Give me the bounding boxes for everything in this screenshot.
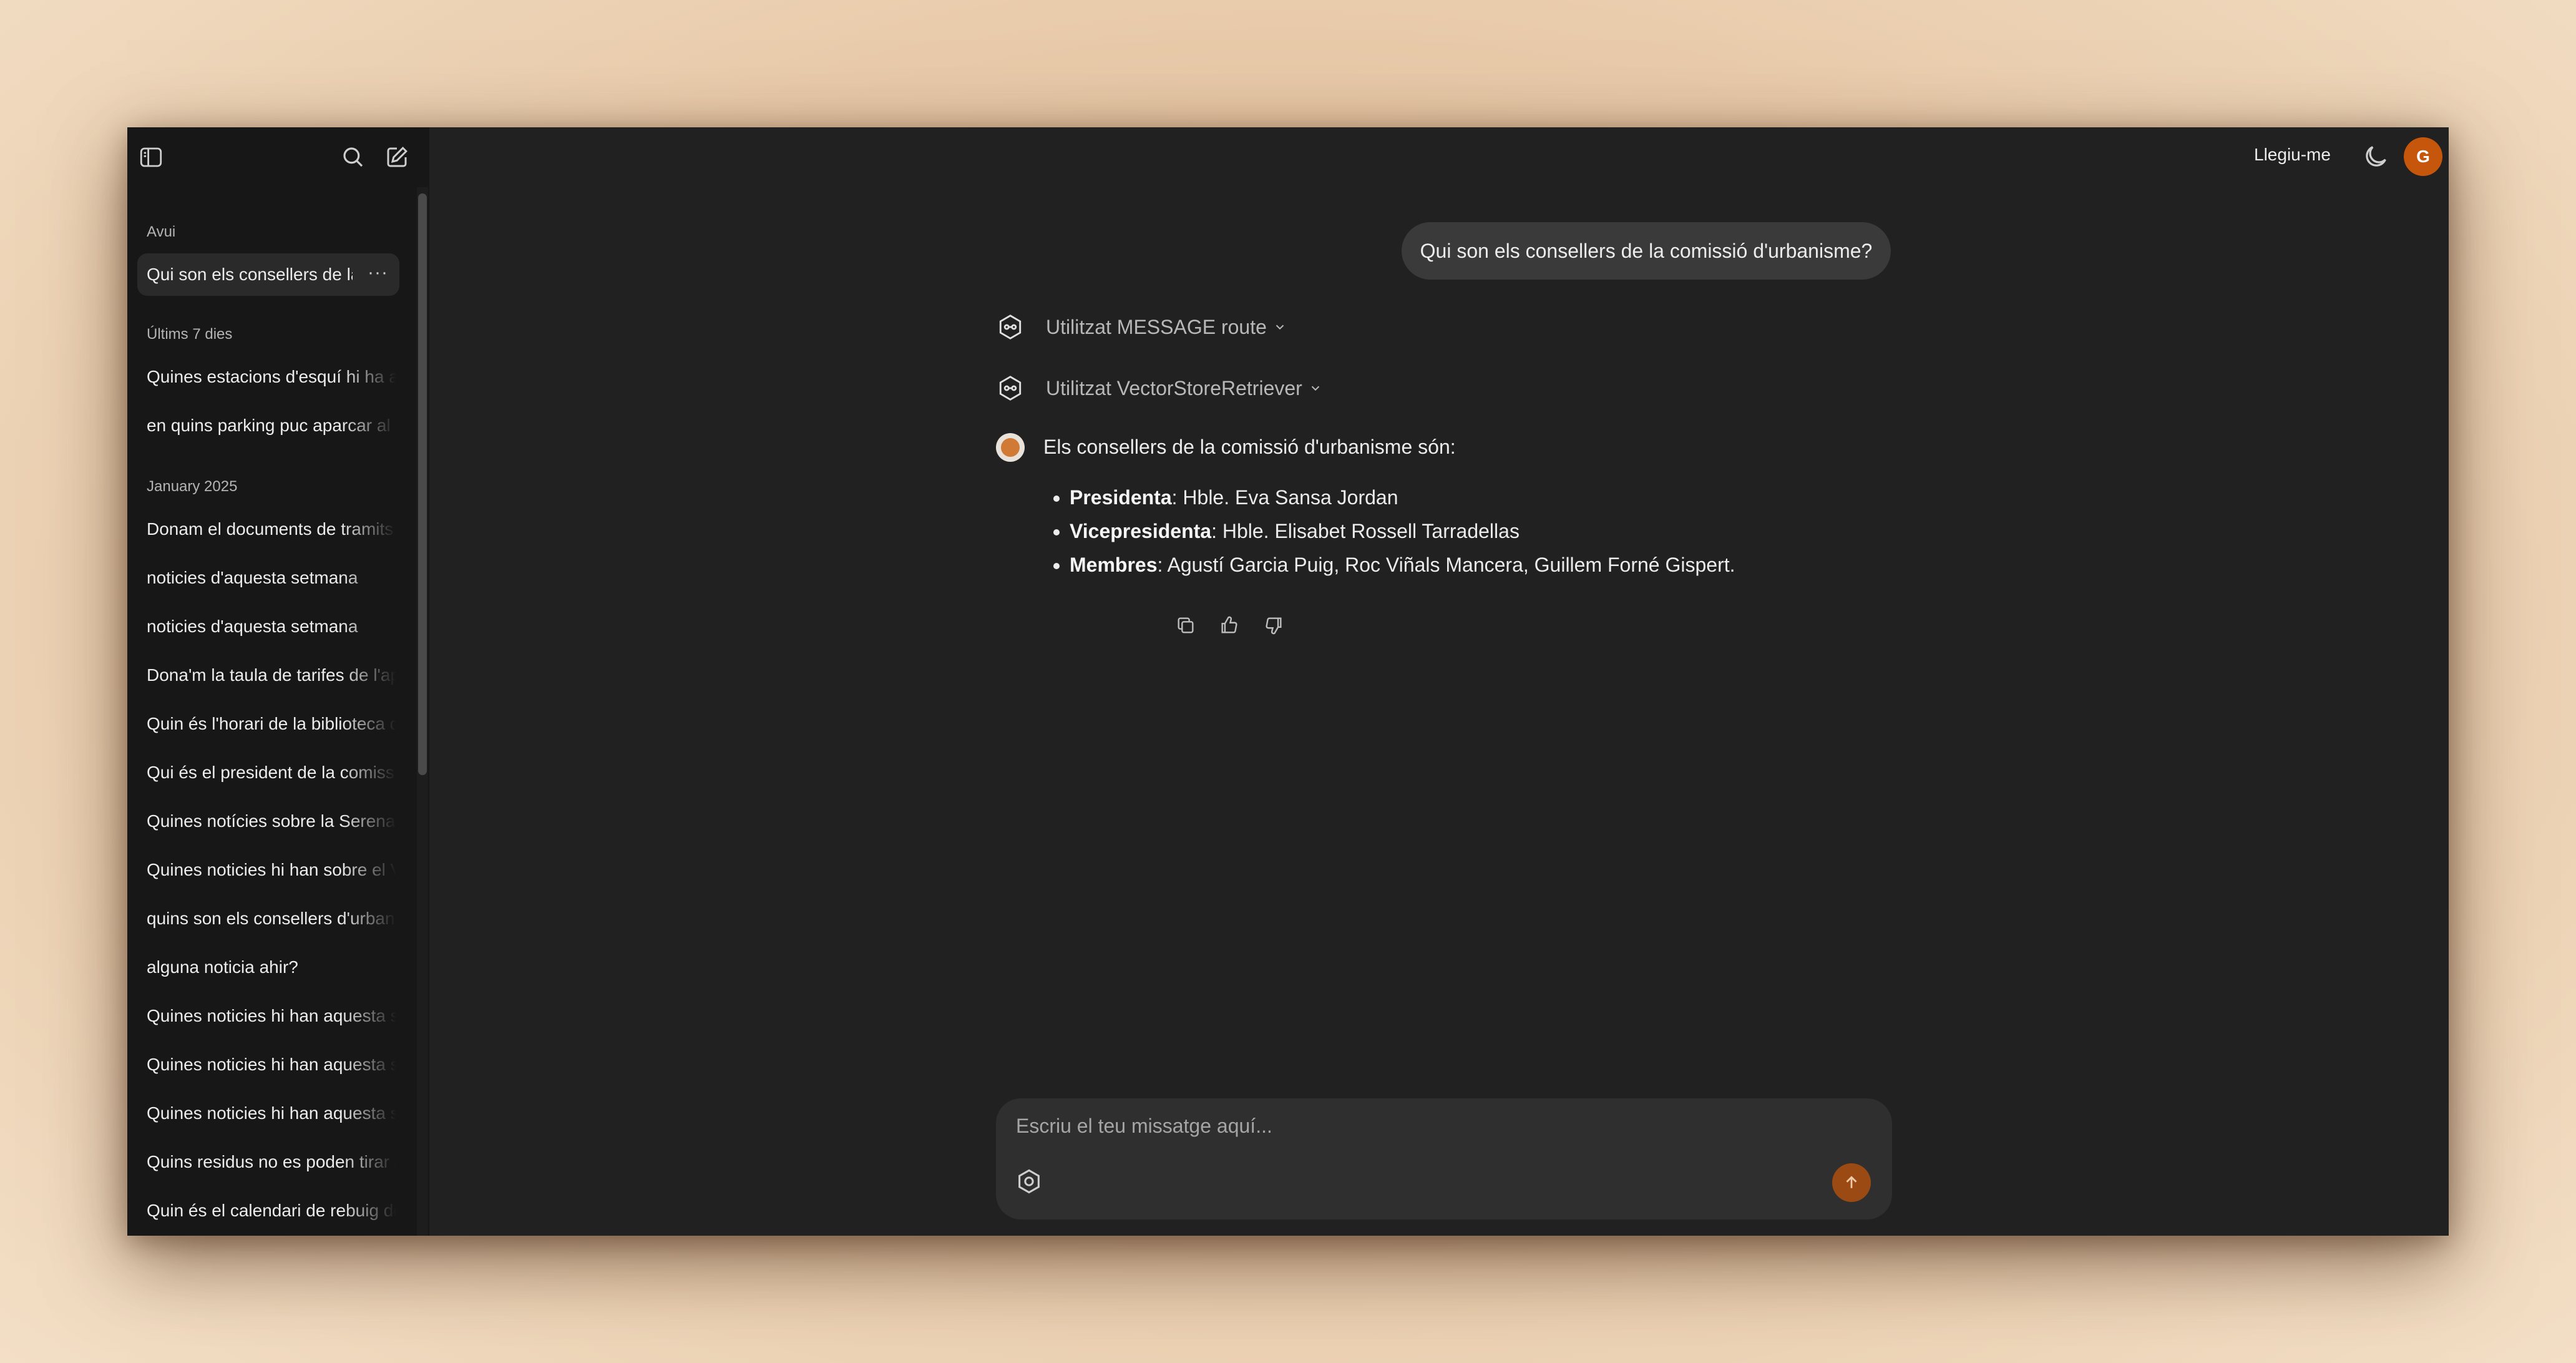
tool-call-label: Utilitzat VectorStoreRetriever <box>1046 376 1302 399</box>
thumbs-up-icon <box>1221 616 1237 633</box>
assistant-logo-icon <box>1001 438 1020 457</box>
assistant-avatar <box>996 433 1025 462</box>
edit-icon <box>387 147 407 167</box>
section-last-7-days: Últims 7 dies <box>147 326 233 343</box>
sidebar-chat-item[interactable]: Donam el documents de tramits i gestions <box>137 508 399 550</box>
readme-link[interactable]: Llegiu-me <box>2254 145 2331 165</box>
user-message-bubble: Qui son els consellers de la comissió d'… <box>1402 222 1891 280</box>
tool-call-message-route[interactable]: Utilitzat MESSAGE route <box>996 308 1287 346</box>
chevron-down-icon <box>1276 325 1284 330</box>
answer-list-item: Presidenta: Hble. Eva Sansa Jordan <box>1070 481 1881 514</box>
sidebar-panel-icon <box>140 147 162 167</box>
user-avatar[interactable]: G <box>2404 137 2442 176</box>
chat-item-label: Quines noticies hi han aquesta setmana? <box>147 1006 396 1025</box>
search-icon <box>343 147 363 167</box>
sidebar-header <box>127 127 429 187</box>
item-text: : Hble. Eva Sansa Jordan <box>1171 486 1398 509</box>
chat-item-label: Qui son els consellers de la comissió d'… <box>147 265 353 284</box>
send-button[interactable] <box>1832 1163 1871 1202</box>
item-text: : Hble. Elisabet Rossell Tarradellas <box>1211 520 1520 542</box>
settings-hex-icon <box>1018 1169 1040 1194</box>
chat-item-label: en quins parking puc aparcar al centre? <box>147 416 396 435</box>
sidebar-chat-item[interactable]: noticies d'aquesta setmana <box>137 557 399 599</box>
chat-item-label: quins son els consellers d'urbanisme? <box>147 909 396 928</box>
copy-button[interactable] <box>1173 612 1199 638</box>
chat-item-label: Quines noticies hi han sobre el Vallnord… <box>147 860 396 879</box>
item-role: Presidenta <box>1070 486 1172 509</box>
section-january-2025: January 2025 <box>147 478 238 495</box>
item-text: : Agustí Garcia Puig, Roc Viñals Mancera… <box>1157 554 1735 576</box>
tool-call-label: Utilitzat MESSAGE route <box>1046 315 1267 338</box>
chat-item-label: Quines noticies hi han aquesta setmana? <box>147 1055 396 1074</box>
chat-item-label: Quin és el calendari de rebuig de residu… <box>147 1201 396 1220</box>
langchain-hex-icon <box>999 376 1022 401</box>
sidebar-chat-item[interactable]: Quines noticies hi han sobre el Vallnord… <box>137 849 399 891</box>
answer-list-item: Membres: Agustí Garcia Puig, Roc Viñals … <box>1070 548 1881 582</box>
sidebar-scrollbar[interactable] <box>418 193 427 775</box>
chat-item-label: Quines estacions d'esquí hi ha a Andorra… <box>147 367 396 386</box>
sidebar-chat-item[interactable]: Quins residus no es poden tirar al conte… <box>137 1141 399 1183</box>
chat-item-label: Quines notícies sobre la Serenata de Nad… <box>147 811 396 831</box>
thumbs-down-icon <box>1266 617 1282 635</box>
sidebar-chat-item[interactable]: Dona'm la taula de tarifes de l'aparcame… <box>137 654 399 696</box>
sidebar-chat-item[interactable]: Quines noticies hi han aquesta setmana? <box>137 995 399 1037</box>
sidebar: Avui Qui son els consellers de la comiss… <box>127 127 429 1236</box>
answer-intro: Els consellers de la comissió d'urbanism… <box>1043 436 1456 458</box>
chevron-down-icon <box>1311 386 1320 391</box>
sidebar-chat-item[interactable]: Quines noticies hi han aquesta setmana? <box>137 1092 399 1135</box>
moon-icon <box>2366 146 2386 167</box>
chat-item-label: Quines noticies hi han aquesta setmana? <box>147 1103 396 1123</box>
answer-list-item: Vicepresidenta: Hble. Elisabet Rossell T… <box>1070 514 1881 548</box>
chat-item-label: Qui és el president de la comissió d'urb… <box>147 763 396 782</box>
search-button[interactable] <box>337 141 369 173</box>
message-composer[interactable]: Escriu el teu missatge aquí... <box>996 1098 1892 1219</box>
theme-toggle-button[interactable] <box>2361 142 2390 171</box>
tool-call-vectorstore[interactable]: Utilitzat VectorStoreRetriever <box>996 369 1322 407</box>
settings-button[interactable] <box>1015 1167 1043 1196</box>
sidebar-chat-item[interactable]: en quins parking puc aparcar al centre? <box>137 404 399 447</box>
sidebar-chat-item[interactable]: alguna noticia ahir? <box>137 946 399 989</box>
new-chat-button[interactable] <box>381 141 413 173</box>
sidebar-chat-item[interactable]: Quines notícies sobre la Serenata de Nad… <box>137 800 399 843</box>
sidebar-chat-item[interactable]: Quines estacions d'esquí hi ha a Andorra… <box>137 356 399 398</box>
toggle-sidebar-button[interactable] <box>135 141 167 173</box>
sidebar-chat-item[interactable]: Quines noticies hi han aquesta setmana? <box>137 1043 399 1086</box>
app-window: Avui Qui son els consellers de la comiss… <box>127 127 2449 1236</box>
sidebar-chat-item[interactable]: quins son els consellers d'urbanisme? <box>137 897 399 940</box>
langchain-hex-icon <box>999 315 1022 340</box>
sidebar-chat-item-active[interactable]: Qui son els consellers de la comissió d'… <box>137 253 399 296</box>
message-input[interactable]: Escriu el teu missatge aquí... <box>1016 1115 1272 1138</box>
item-role: Vicepresidenta <box>1070 520 1212 542</box>
sidebar-chat-item[interactable]: Quin és el calendari de rebuig de residu… <box>137 1190 399 1232</box>
chat-item-label: Quin és l'horari de la biblioteca de la … <box>147 714 396 733</box>
arrow-up-icon <box>1846 1176 1857 1188</box>
chat-item-label: Donam el documents de tramits i gestions <box>147 519 396 539</box>
answer-list: Presidenta: Hble. Eva Sansa Jordan Vicep… <box>1043 481 1881 582</box>
thumbs-up-button[interactable] <box>1216 612 1242 638</box>
chat-item-label: noticies d'aquesta setmana <box>147 568 358 587</box>
thumbs-down-button[interactable] <box>1261 612 1287 638</box>
chat-item-label: noticies d'aquesta setmana <box>147 617 358 636</box>
sidebar-chat-item[interactable]: noticies d'aquesta setmana <box>137 605 399 648</box>
chat-item-label: Dona'm la taula de tarifes de l'aparcame… <box>147 665 396 685</box>
chat-item-label: alguna noticia ahir? <box>147 957 298 977</box>
chat-item-label: Quins residus no es poden tirar al conte… <box>147 1152 396 1171</box>
section-today: Avui <box>147 223 176 240</box>
item-role: Membres <box>1070 554 1158 576</box>
more-options-icon[interactable]: ··· <box>368 262 388 283</box>
sidebar-chat-item[interactable]: Qui és el president de la comissió d'urb… <box>137 751 399 794</box>
sidebar-chat-item[interactable]: Quin és l'horari de la biblioteca de la … <box>137 703 399 745</box>
copy-icon <box>1178 617 1194 633</box>
